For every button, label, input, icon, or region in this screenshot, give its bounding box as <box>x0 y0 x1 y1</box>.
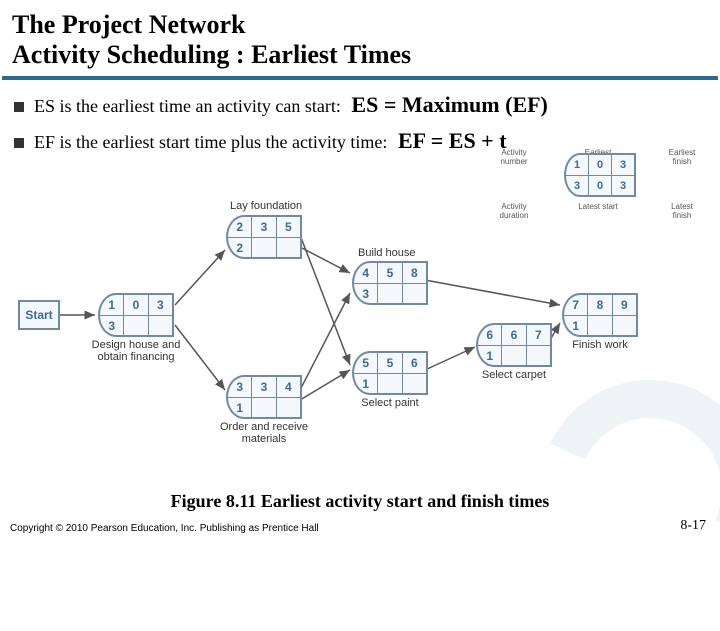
node-cell: 8 <box>402 263 426 283</box>
title-line1: The Project Network <box>12 10 245 39</box>
node-cell: 5 <box>377 263 401 283</box>
node4-label: Build house <box>358 247 416 259</box>
node-cell: 1 <box>228 398 251 417</box>
node-cell <box>402 284 426 303</box>
node-cell: 0 <box>123 295 147 315</box>
node-cell: 6 <box>478 325 501 345</box>
network-diagram: Activity number Earliest start Earliest … <box>0 175 720 475</box>
node-5: 556 1 <box>352 351 428 395</box>
node-cell: 3 <box>148 295 172 315</box>
node-7: 789 1 <box>562 293 638 337</box>
node-cell <box>276 398 300 417</box>
node-cell: 4 <box>276 377 300 397</box>
node1-label: Design house and obtain financing <box>76 339 196 363</box>
node-cell: 1 <box>354 374 377 393</box>
node-cell <box>402 374 426 393</box>
node3-label: Order and receive materials <box>204 421 324 445</box>
node-cell: 4 <box>354 263 377 283</box>
node-cell <box>587 316 611 335</box>
node-4: 458 3 <box>352 261 428 305</box>
node-cell <box>276 238 300 257</box>
title-line2: Activity Scheduling : Earliest Times <box>12 40 411 69</box>
node2-label: Lay foundation <box>230 200 302 212</box>
node-cell: 3 <box>251 217 275 237</box>
node-cell: 6 <box>501 325 525 345</box>
page-number: 8-17 <box>680 518 706 534</box>
node-cell <box>251 238 275 257</box>
bullet-square-icon <box>14 138 24 148</box>
legend-activity-number: Activity number <box>494 149 534 167</box>
legend-earliest-finish: Earliest finish <box>662 149 702 167</box>
node-cell <box>251 398 275 417</box>
node-cell <box>123 316 147 335</box>
node5-label: Select paint <box>330 397 450 409</box>
node6-label: Select carpet <box>454 369 574 381</box>
legend-cell: 3 <box>611 155 634 175</box>
node-2: 235 2 <box>226 215 302 259</box>
bullet2-text: EF is the earliest start time plus the a… <box>34 132 387 152</box>
node-cell: 2 <box>228 217 251 237</box>
legend-cell: 0 <box>588 155 611 175</box>
node-cell: 1 <box>564 316 587 335</box>
node-cell <box>612 316 636 335</box>
node-cell: 9 <box>612 295 636 315</box>
node-cell: 3 <box>251 377 275 397</box>
node-cell <box>501 346 525 365</box>
bullet1-text: ES is the earliest time an activity can … <box>34 96 341 116</box>
bullet-square-icon <box>14 102 24 112</box>
node-cell: 3 <box>100 316 123 335</box>
node-cell: 1 <box>100 295 123 315</box>
node-3: 334 1 <box>226 375 302 419</box>
bullet-1: ES is the earliest time an activity can … <box>14 92 706 118</box>
node-cell: 2 <box>228 238 251 257</box>
node-cell <box>377 284 401 303</box>
node-1: 1 0 3 3 <box>98 293 174 337</box>
node-cell: 3 <box>354 284 377 303</box>
node-cell: 3 <box>228 377 251 397</box>
legend-cell: 1 <box>566 155 588 175</box>
node-cell <box>148 316 172 335</box>
node-cell: 8 <box>587 295 611 315</box>
node-cell: 5 <box>354 353 377 373</box>
node-cell: 5 <box>276 217 300 237</box>
node-cell: 1 <box>478 346 501 365</box>
start-node: Start <box>18 300 60 330</box>
node-cell <box>377 374 401 393</box>
bullet1-formula: ES = Maximum (EF) <box>351 92 547 117</box>
copyright-text: Copyright © 2010 Pearson Education, Inc.… <box>10 523 319 534</box>
node-cell: 7 <box>564 295 587 315</box>
node-cell: 5 <box>377 353 401 373</box>
figure-caption: Figure 8.11 Earliest activity start and … <box>0 491 720 512</box>
node-cell: 6 <box>402 353 426 373</box>
node7-label: Finish work <box>540 339 660 351</box>
